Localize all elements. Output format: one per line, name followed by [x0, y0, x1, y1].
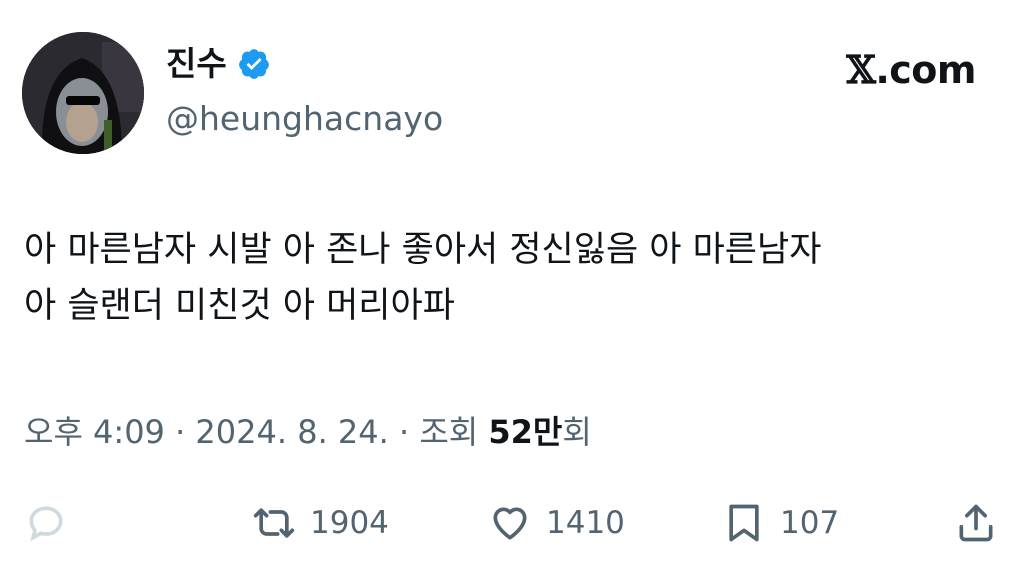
- retweet-button[interactable]: 1904: [252, 498, 389, 548]
- bookmark-icon: [729, 504, 759, 542]
- share-icon: [959, 504, 993, 542]
- author-handle[interactable]: @heunghacnayo: [166, 99, 443, 139]
- display-name[interactable]: 진수: [166, 44, 227, 84]
- retweet-icon: [253, 508, 295, 538]
- retweet-count: 1904: [310, 505, 389, 541]
- reply-button[interactable]: [24, 498, 68, 548]
- verified-badge-icon: [238, 49, 269, 79]
- tweet-meta: 오후 4:09 · 2024. 8. 24. · 조회 52만회: [24, 410, 592, 454]
- bookmark-button[interactable]: 107: [722, 498, 839, 548]
- bookmark-count: 107: [780, 505, 840, 541]
- like-button[interactable]: 1410: [488, 498, 625, 548]
- tweet-timestamp[interactable]: 오후 4:09 · 2024. 8. 24. · 조회: [24, 413, 488, 451]
- brand-domain: .com: [875, 48, 976, 92]
- view-count: 52만: [488, 413, 563, 451]
- tweet-line: 아 슬랜더 미친것 아 머리아파: [24, 286, 455, 326]
- like-count: 1410: [546, 505, 625, 541]
- share-button[interactable]: [954, 498, 998, 548]
- x-logo-icon: 𝕏: [846, 47, 876, 92]
- action-bar: 1904 1410 107: [0, 498, 1024, 548]
- heart-icon: [493, 507, 527, 540]
- avatar[interactable]: [22, 32, 144, 154]
- reply-icon: [29, 506, 63, 542]
- view-suffix: 회: [562, 413, 592, 451]
- author-name-row[interactable]: 진수: [166, 44, 271, 84]
- tweet-text: 아 마른남자 시발 아 존나 좋아서 정신잃음 아 마른남자 아 슬랜더 미친것…: [24, 222, 1004, 334]
- tweet-line: 아 마른남자 시발 아 존나 좋아서 정신잃음 아 마른남자: [24, 230, 822, 270]
- brand-logo[interactable]: 𝕏 .com: [846, 47, 976, 92]
